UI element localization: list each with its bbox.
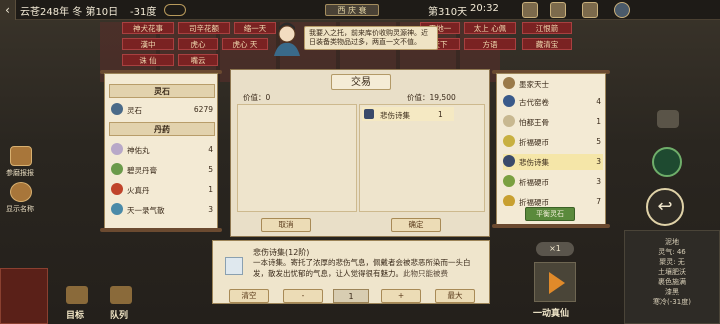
- play-button[interactable]: [534, 262, 576, 302]
- sell-item-row[interactable]: 悲伤诗集 1: [362, 107, 454, 121]
- list-item[interactable]: 墨家天士: [503, 76, 603, 92]
- info-line: 寒冷(-31度): [653, 298, 691, 306]
- coin-icon: [503, 135, 515, 147]
- temperature: -31度: [130, 7, 157, 18]
- side-label: 参磨报报: [6, 169, 34, 177]
- item-description: 一本诗集。寄托了浓厚的悲伤气息，佩戴者会被悲恶所染而一头白发，散发出忧郁的气息，…: [253, 258, 471, 278]
- quantity-input[interactable]: 1: [333, 289, 369, 303]
- npc-dialog: 我要入之托，前来库价收购灵源神。近日装备类物品过多，两直一文不值。: [304, 26, 438, 50]
- category-header[interactable]: 灵石: [109, 84, 215, 98]
- buy-value: 价值：0: [243, 93, 271, 102]
- list-item[interactable]: 灵石 6279: [111, 102, 215, 118]
- balance-spirit-stone-button[interactable]: 平衡灵石: [525, 207, 575, 221]
- back-button[interactable]: ‹: [0, 0, 16, 20]
- list-item[interactable]: 析福硬币 3: [503, 174, 603, 190]
- quantity-bar: 清空 - 1 + 最大: [221, 289, 483, 303]
- list-item[interactable]: 神佑丸 4: [111, 142, 215, 158]
- day-counter: 第310天: [428, 7, 468, 18]
- gourd-icon[interactable]: [0, 268, 48, 324]
- pill-icon: [111, 143, 123, 155]
- eye-icon[interactable]: [10, 182, 32, 202]
- list-item[interactable]: 折福硬币 7: [503, 194, 603, 206]
- player-inventory-panel: 灵石 灵石 6279 丹药 神佑丸 4 碧灵丹膏 5 火真丹 1 天一录气散 3: [104, 73, 218, 229]
- rank-tile[interactable]: 藏清宝: [522, 38, 572, 50]
- team-icon[interactable]: [110, 286, 132, 304]
- rank-tile[interactable]: 神犬花事: [122, 22, 174, 34]
- gear-icon[interactable]: [614, 2, 630, 18]
- list-item-selected[interactable]: 悲伤诗集 3: [503, 154, 603, 170]
- book-icon: [503, 155, 515, 167]
- cloud-icon: [164, 4, 186, 16]
- minus-button[interactable]: -: [283, 289, 323, 303]
- scroll-rod-bottom: [492, 224, 610, 228]
- info-line: 聚灵: 无: [659, 258, 685, 266]
- return-icon[interactable]: ↩: [646, 188, 684, 226]
- tile-info-card: 泥地 灵气: 46 聚灵: 无 土壤肥沃 裹色施满 漆黑 寒冷(-31度): [624, 230, 720, 324]
- bone-icon: [503, 115, 515, 127]
- list-item[interactable]: 天一录气散 3: [111, 202, 215, 218]
- scroll-rod-bottom: [100, 228, 222, 232]
- rank-tile[interactable]: 太上 心佩: [464, 22, 516, 34]
- pill-icon: [111, 183, 123, 195]
- rank-tile[interactable]: 虎心 天: [222, 38, 268, 50]
- scroll-item-icon: [503, 95, 515, 107]
- region-label[interactable]: 西 庆 衰: [325, 4, 379, 16]
- play-label: 一动真仙: [533, 309, 570, 319]
- powder-icon: [111, 203, 123, 215]
- merchant-inventory-panel: 墨家天士 古代窑卷 4 怕都王骨 1 折福硬币 5 悲伤诗集 3 析福硬币 3 …: [496, 73, 606, 225]
- info-line: 漆黑: [665, 288, 679, 296]
- item-icon: [503, 77, 515, 89]
- max-button[interactable]: 最大: [435, 289, 475, 303]
- side-label: 显示名称: [6, 205, 34, 213]
- list-item[interactable]: 火真丹 1: [111, 182, 215, 198]
- spirit-stone-icon: [111, 103, 123, 115]
- game-date: 云苍248年 冬 第10日: [20, 7, 119, 18]
- rank-tile[interactable]: 江恨箭: [522, 22, 572, 34]
- scroll-icon[interactable]: [522, 2, 538, 18]
- book-icon: [364, 109, 374, 119]
- clear-button[interactable]: 清空: [229, 289, 269, 303]
- map-icon[interactable]: [550, 2, 566, 18]
- top-status-bar: ‹ 云苍248年 冬 第10日 -31度 西 庆 衰 第310天 20:32: [0, 0, 720, 20]
- buy-slot[interactable]: [237, 104, 357, 212]
- rank-tile[interactable]: 司辛花额: [178, 22, 230, 34]
- list-item[interactable]: 古代窑卷 4: [503, 94, 603, 110]
- list-item[interactable]: 折福硬币 5: [503, 134, 603, 150]
- palette-icon[interactable]: [582, 2, 598, 18]
- rank-tile[interactable]: 嘴云: [178, 54, 218, 66]
- book-icon: [225, 257, 243, 275]
- info-line: 灵气: 46: [658, 248, 686, 256]
- pill-icon: [111, 163, 123, 175]
- item-description-panel: 悲伤诗集(12阶) 一本诗集。寄托了浓厚的悲伤气息，佩戴者会被悲恶所染而一头白发…: [212, 240, 490, 304]
- target-icon[interactable]: [66, 286, 88, 304]
- info-line: 泥地: [665, 238, 679, 246]
- npc-avatar: [274, 22, 300, 56]
- report-icon[interactable]: [10, 146, 32, 166]
- confirm-button[interactable]: 确定: [391, 218, 441, 232]
- trade-panel: 交易 价值：0 价值：19,500 悲伤诗集 1 取消 确定: [230, 69, 490, 237]
- rank-tile[interactable]: 诛 仙: [122, 54, 174, 66]
- rank-tile[interactable]: 虎心: [178, 38, 218, 50]
- rank-tile[interactable]: 方语: [464, 38, 516, 50]
- chat-icon[interactable]: [657, 110, 679, 128]
- sell-slot[interactable]: 悲伤诗集 1: [359, 104, 485, 212]
- yinyang-icon[interactable]: [652, 147, 682, 177]
- info-line: 裹色施满: [658, 278, 686, 286]
- info-line: 土壤肥沃: [658, 268, 686, 276]
- cancel-button[interactable]: 取消: [261, 218, 311, 232]
- target-label: 目标: [66, 311, 85, 321]
- rank-tile[interactable]: 漢中: [122, 38, 174, 50]
- list-item[interactable]: 碧灵丹膏 5: [111, 162, 215, 178]
- coin-icon: [503, 175, 515, 187]
- category-header[interactable]: 丹药: [109, 122, 215, 136]
- clock: 20:32: [470, 3, 499, 14]
- sell-value: 价值：19,500: [407, 93, 456, 102]
- plus-button[interactable]: +: [381, 289, 421, 303]
- list-item[interactable]: 怕都王骨 1: [503, 114, 603, 130]
- trade-title: 交易: [331, 74, 391, 90]
- team-label: 队列: [110, 311, 129, 321]
- coin-icon: [503, 195, 515, 206]
- speed-toggle[interactable]: ×1: [536, 242, 574, 256]
